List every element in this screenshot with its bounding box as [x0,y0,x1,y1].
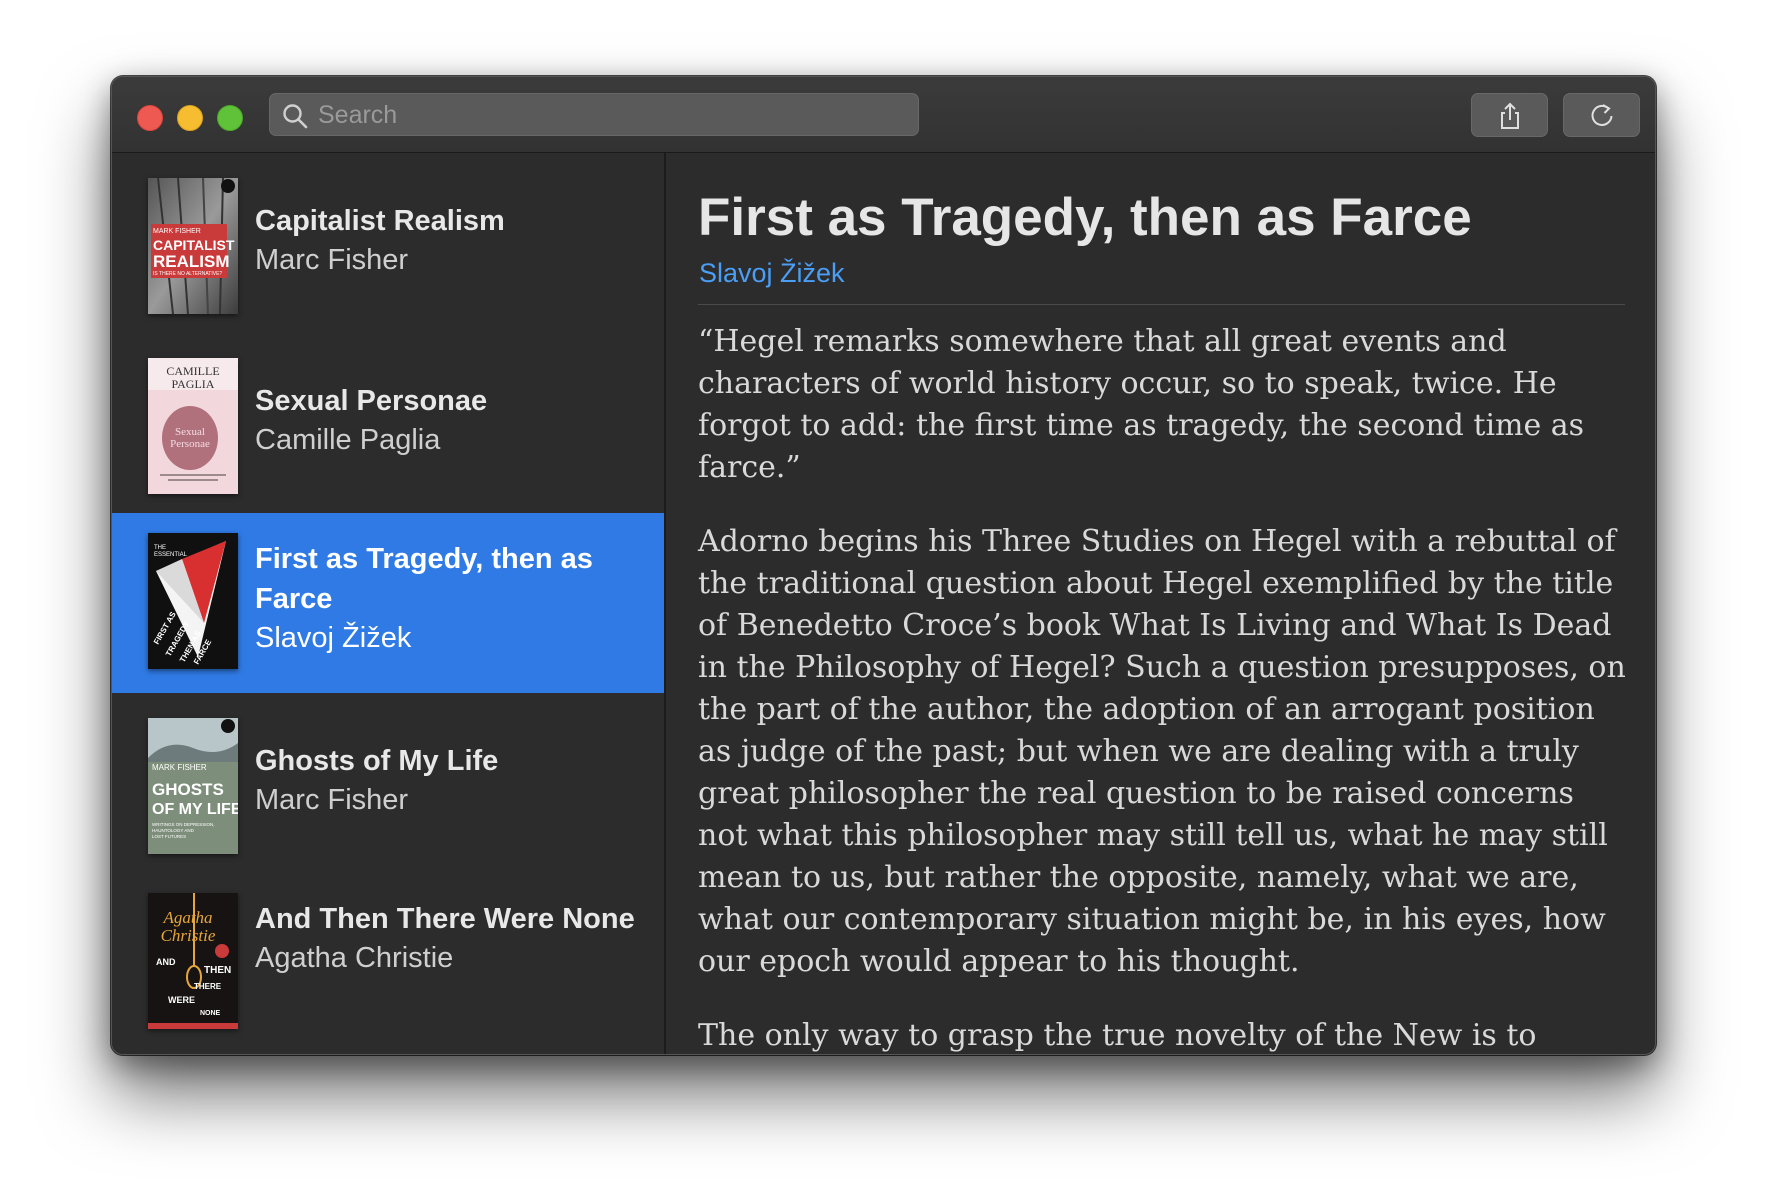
book-title: First as Tragedy, then as Farce [255,543,593,615]
refresh-icon [1591,104,1613,126]
svg-text:OF MY LIFE: OF MY LIFE [152,801,238,818]
cover-sub-text: IS THERE NO ALTERNATIVE? [153,271,222,277]
svg-text:Agatha: Agatha [162,908,212,927]
book-author: Marc Fisher [255,244,409,276]
app-window: MARK FISHER CAPITALIST REALISM IS THERE … [111,76,1656,1055]
book-detail: First as Tragedy, then as Farce Slavoj Ž… [666,153,1655,1054]
svg-text:THE: THE [154,545,166,551]
svg-text:ESSENTIAL: ESSENTIAL [154,552,188,558]
cover-top-text: MARK FISHER [153,228,201,235]
svg-text:WRITINGS ON DEPRESSION,: WRITINGS ON DEPRESSION, [152,822,215,827]
book-row-capitalist-realism[interactable]: MARK FISHER CAPITALIST REALISM IS THERE … [112,153,664,333]
share-button[interactable] [1471,93,1548,137]
refresh-button[interactable] [1563,93,1640,137]
svg-text:Personae: Personae [170,438,210,450]
book-title: Capitalist Realism [255,205,505,237]
svg-text:CAPITALIST: CAPITALIST [153,237,235,253]
book-list: MARK FISHER CAPITALIST REALISM IS THERE … [112,153,666,1054]
book-row-text: First as Tragedy, then as Farce Slavoj Ž… [255,539,645,657]
svg-text:Sexual: Sexual [175,426,205,438]
book-title: Sexual Personae [255,385,488,417]
search-icon [283,104,308,129]
book-row-and-then-there-were-none[interactable]: Agatha Christie AND THEN THERE WERE NONE… [112,873,664,1053]
detail-title: First as Tragedy, then as Farce [698,188,1472,247]
book-author: Slavoj Žižek [255,622,412,654]
detail-author-link[interactable]: Slavoj Žižek [699,258,845,289]
book-row-sexual-personae[interactable]: CAMILLE PAGLIA Sexual Personae Sexual Pe… [112,333,664,513]
book-author: Agatha Christie [255,942,454,974]
svg-text:THEN: THEN [204,965,231,976]
book-cover: MARK FISHER CAPITALIST REALISM IS THERE … [148,178,238,314]
close-window-button[interactable] [137,105,163,131]
svg-text:AND: AND [156,957,176,967]
book-row-text: And Then There Were None Agatha Christie [255,899,645,977]
book-row-text: Ghosts of My Life Marc Fisher [255,741,645,819]
svg-text:HAUNTOLOGY AND: HAUNTOLOGY AND [152,828,195,833]
svg-text:PAGLIA: PAGLIA [172,377,215,391]
title-bar [112,77,1655,153]
book-title: And Then There Were None [255,903,635,935]
search-field[interactable] [269,93,919,137]
body-paragraph: The only way to grasp the true novelty o… [698,1018,1537,1053]
svg-text:LOST FUTURES: LOST FUTURES [152,834,186,839]
book-cover: CAMILLE PAGLIA Sexual Personae [148,358,238,494]
book-author: Camille Paglia [255,424,441,456]
divider [698,304,1625,305]
body-paragraph: Adorno begins his Three Studies on Hegel… [698,524,1626,979]
detail-body: “Hegel remarks somewhere that all great … [698,321,1628,1054]
svg-text:GHOSTS: GHOSTS [152,780,224,799]
svg-text:THERE: THERE [194,982,222,991]
svg-text:CAMILLE: CAMILLE [166,364,219,378]
body-paragraph: “Hegel remarks somewhere that all great … [698,324,1585,485]
book-row-text: Capitalist Realism Marc Fisher [255,201,645,279]
book-row-text: Sexual Personae Camille Paglia [255,381,645,459]
book-row-ghosts-of-my-life[interactable]: MARK FISHER GHOSTS OF MY LIFE WRITINGS O… [112,693,664,873]
svg-text:REALISM: REALISM [153,252,230,271]
book-cover: MARK FISHER GHOSTS OF MY LIFE WRITINGS O… [148,718,238,854]
book-row-first-as-tragedy[interactable]: THE ESSENTIAL FIRST AS TRAGEDY THEN AS F… [112,513,664,693]
book-author: Marc Fisher [255,784,409,816]
svg-text:WERE: WERE [168,995,195,1005]
book-cover: THE ESSENTIAL FIRST AS TRAGEDY THEN AS F… [148,533,238,669]
svg-text:NONE: NONE [200,1010,221,1017]
book-cover: Agatha Christie AND THEN THERE WERE NONE [148,893,238,1029]
minimize-window-button[interactable] [177,105,203,131]
zoom-window-button[interactable] [217,105,243,131]
svg-text:MARK FISHER: MARK FISHER [152,763,207,772]
svg-text:Christie: Christie [161,926,216,945]
search-input[interactable] [316,94,910,137]
book-title: Ghosts of My Life [255,745,499,777]
share-icon [1501,102,1519,129]
